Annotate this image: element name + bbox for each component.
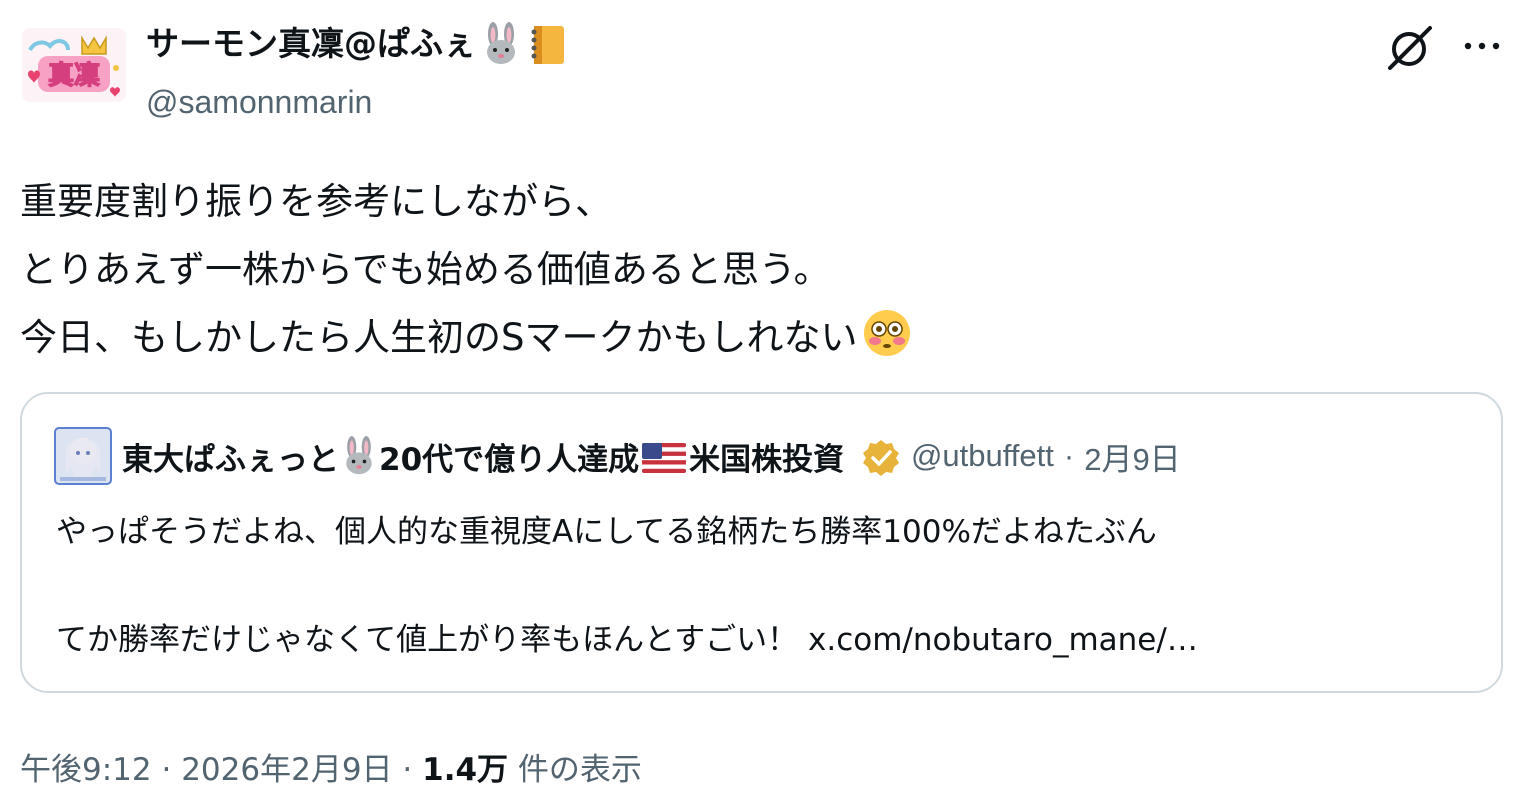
quoted-name-part3: 米国株投資 — [689, 441, 845, 478]
tweet-date[interactable]: 2026年2月9日 — [181, 752, 392, 788]
more-icon[interactable] — [1458, 28, 1506, 68]
views-label: 件の表示 — [517, 752, 642, 788]
quoted-line-1: やっぱそうだよね、個人的な重視度Aにしてる銘柄たち勝率100%だよねたぶん — [56, 514, 1157, 550]
quoted-date[interactable]: 2月9日 — [1084, 434, 1180, 479]
tweet-text: 重要度割り振りを参考にしながら、 とりあえず一株からでも始める価値あると思う。 … — [20, 168, 1500, 372]
verified-badge-icon — [862, 439, 899, 476]
quoted-author-avatar[interactable] — [54, 427, 112, 485]
tweet-time[interactable]: 午後9:12 — [20, 752, 152, 788]
author-display-name[interactable]: サーモン真凜@ぱふぇ — [146, 20, 568, 68]
author-handle[interactable]: @samonnmarin — [146, 80, 372, 124]
views-count[interactable]: 1.4万 — [422, 752, 508, 788]
rabbit-face-icon — [487, 22, 515, 64]
quoted-handle[interactable]: @utbuffett — [911, 438, 1054, 474]
quoted-tweet-text: やっぱそうだよね、個人的な重視度Aにしてる銘柄たち勝率100%だよねたぶん てか… — [56, 506, 1476, 666]
grok-icon[interactable] — [1384, 22, 1436, 74]
quoted-name-part1: 東大ぱふぇっと — [122, 441, 339, 478]
tweet-line-3: 今日、もしかしたら人生初のSマークかもしれない — [20, 304, 1500, 372]
quoted-author-name[interactable]: 東大ぱふぇっと 20代で億り人達成 米国株投資 — [122, 434, 901, 479]
tweet-line-3-text: 今日、もしかしたら人生初のSマークかもしれない — [20, 316, 858, 359]
tweet-meta: 午後9:12 · 2026年2月9日 · 1.4万 件の表示 — [20, 744, 642, 789]
tweet-line-2: とりあえず一株からでも始める価値あると思う。 — [20, 248, 831, 291]
quoted-separator: · — [1063, 438, 1075, 473]
flushed-face-icon — [863, 310, 910, 356]
quoted-tweet-header: 東大ぱふぇっと 20代で億り人達成 米国株投資 @utbuffett · 2月9… — [54, 427, 1181, 485]
quoted-tweet-card[interactable]: 東大ぱふぇっと 20代で億り人達成 米国株投資 @utbuffett · 2月9… — [20, 392, 1503, 693]
quoted-line-2: てか勝率だけじゃなくて値上がり率もほんとすごい！ x.com/nobutaro_… — [56, 622, 1198, 658]
us-flag-icon — [642, 442, 687, 473]
author-avatar[interactable]: 真凜 — [22, 28, 126, 102]
author-name-text: サーモン真凜@ぱふぇ — [146, 24, 476, 63]
rabbit-face-icon — [346, 435, 372, 474]
avatar-text: 真凜 — [48, 61, 100, 91]
notebook-icon — [531, 26, 564, 64]
tweet-line-1: 重要度割り振りを参考にしながら、 — [20, 180, 612, 223]
meta-separator-2: · — [402, 752, 413, 788]
quoted-name-part2: 20代で億り人達成 — [379, 441, 640, 478]
meta-separator-1: · — [161, 752, 172, 788]
